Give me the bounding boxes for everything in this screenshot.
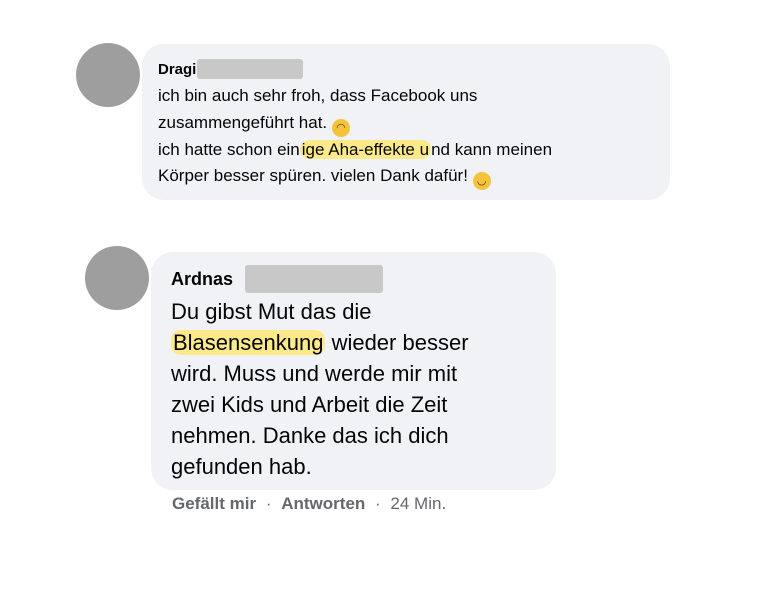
separator: ·	[265, 494, 272, 513]
redacted-surname	[245, 265, 384, 293]
comment-bubble: Dragi ich bin auch sehr froh, dass Faceb…	[142, 44, 670, 200]
comment-text-part: ich bin auch sehr froh, dass Facebook un…	[158, 86, 478, 132]
avatar[interactable]	[76, 43, 140, 107]
author-name[interactable]: Dragi	[158, 61, 196, 78]
timestamp[interactable]: 24 Min.	[390, 494, 446, 513]
comment-actions: Gefällt mir · Antworten · 24 Min.	[172, 494, 446, 514]
comment-author-row: Ardnas	[171, 264, 538, 294]
comment-text-part: ich hatte schon ein	[158, 139, 300, 159]
smiling-face-emoji-icon: ◡	[472, 172, 491, 190]
avatar[interactable]	[85, 246, 149, 310]
comment-author-row: Dragi	[158, 58, 654, 80]
comment-bubble: Ardnas Du gibst Mut das die Blasensenkun…	[151, 252, 556, 490]
highlighted-text: ige Aha-effekte u	[299, 139, 432, 159]
separator: ·	[375, 494, 381, 513]
author-name[interactable]: Ardnas	[171, 269, 233, 290]
comment-text: ich bin auch sehr froh, dass Facebook un…	[158, 83, 654, 190]
like-button[interactable]: Gefällt mir	[172, 494, 256, 513]
redacted-surname	[197, 59, 304, 79]
comment-text: Du gibst Mut das die Blasensenkung wiede…	[171, 296, 538, 482]
comment-text-part: Du gibst Mut das die	[171, 299, 372, 324]
highlighted-text: Blasensenkung	[171, 330, 326, 355]
upside-down-face-emoji-icon: ◠	[331, 118, 350, 137]
reply-button[interactable]: Antworten	[281, 494, 365, 513]
